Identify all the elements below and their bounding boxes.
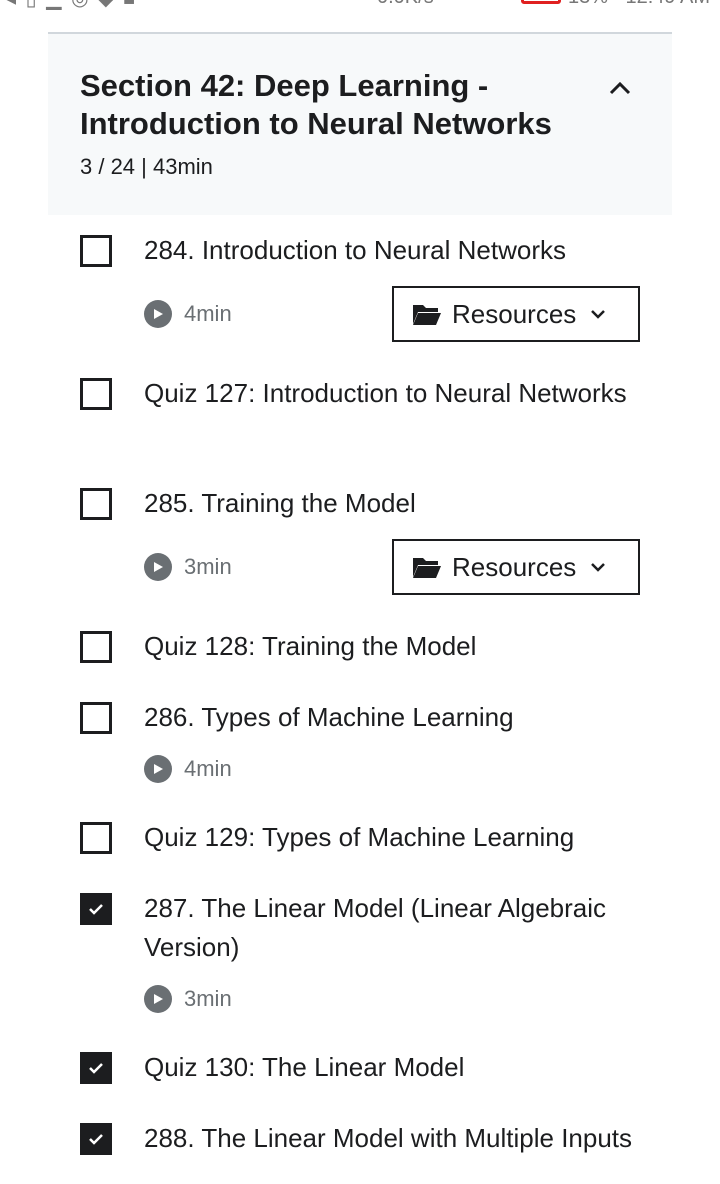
completion-checkbox[interactable] [80, 488, 112, 520]
section-title: Section 42: Deep Learning - Introduction… [80, 68, 552, 141]
lecture-duration: 4min [144, 299, 232, 329]
play-icon [144, 755, 172, 783]
completion-checkbox[interactable] [80, 1123, 112, 1155]
checkmark-icon [89, 1134, 103, 1145]
lecture-duration: 3min [144, 552, 232, 582]
network-speed: 0.0K/s [377, 0, 434, 9]
completion-checkbox[interactable] [80, 702, 112, 734]
resources-dropdown[interactable]: Resources [392, 539, 640, 595]
lecture-title[interactable]: 286. Types of Machine Learning [144, 698, 644, 737]
play-icon [144, 985, 172, 1013]
chevron-down-icon [590, 562, 606, 572]
completion-checkbox[interactable] [80, 631, 112, 663]
checkmark-icon [89, 1063, 103, 1074]
notification-icons: ◂ ▯ ▁ ◎ ◆ ■ [6, 0, 137, 11]
lecture-title[interactable]: 285. Training the Model [144, 484, 644, 523]
collapse-button[interactable] [604, 72, 636, 104]
completion-checkbox[interactable] [80, 893, 112, 925]
folder-icon [412, 555, 442, 579]
section-header[interactable]: Section 42: Deep Learning - Introduction… [48, 32, 672, 215]
battery-icon [521, 0, 561, 4]
play-icon [144, 553, 172, 581]
clock: 12:49 AM [625, 0, 710, 9]
lecture-duration: 3min [144, 984, 232, 1014]
resources-dropdown[interactable]: Resources [392, 286, 640, 342]
checkmark-icon [89, 904, 103, 915]
battery-percent: 13% [568, 0, 608, 9]
lecture-title[interactable]: 287. The Linear Model (Linear Algebraic … [144, 889, 644, 967]
resources-label: Resources [452, 551, 577, 582]
resources-label: Resources [452, 298, 577, 329]
lecture-duration: 4min [144, 754, 232, 784]
folder-icon [412, 302, 442, 326]
section-progress: 3 / 24 | 43min [80, 154, 213, 179]
quiz-title[interactable]: Quiz 130: The Linear Model [144, 1048, 644, 1087]
quiz-title[interactable]: Quiz 129: Types of Machine Learning [144, 818, 644, 857]
chevron-down-icon [590, 309, 606, 319]
completion-checkbox[interactable] [80, 378, 112, 410]
play-icon [144, 300, 172, 328]
quiz-title[interactable]: Quiz 128: Training the Model [144, 627, 644, 666]
quiz-title[interactable]: Quiz 127: Introduction to Neural Network… [144, 374, 644, 413]
chevron-up-icon [609, 81, 631, 95]
status-bar: ◂ ▯ ▁ ◎ ◆ ■ 0.0K/s 13% 12:49 AM [0, 0, 720, 12]
completion-checkbox[interactable] [80, 822, 112, 854]
lecture-title[interactable]: 288. The Linear Model with Multiple Inpu… [144, 1119, 644, 1158]
lecture-title[interactable]: 284. Introduction to Neural Networks [144, 231, 644, 270]
completion-checkbox[interactable] [80, 1052, 112, 1084]
completion-checkbox[interactable] [80, 235, 112, 267]
